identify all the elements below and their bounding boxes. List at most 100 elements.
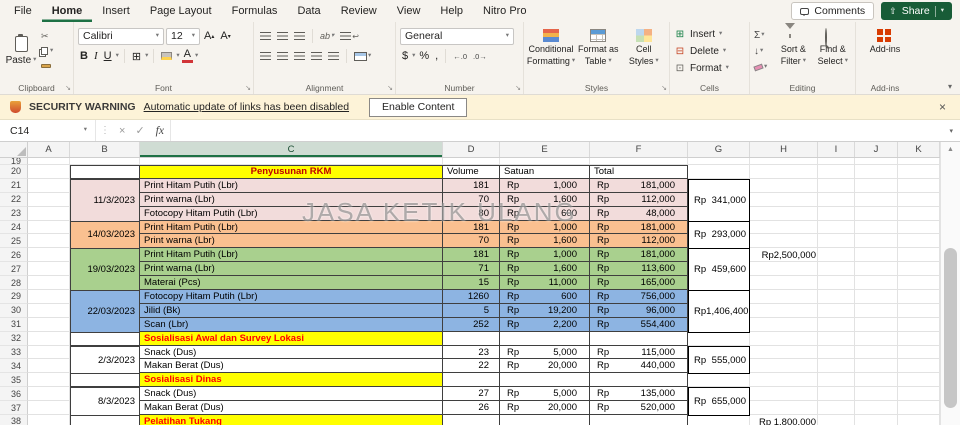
cell-H34[interactable] (750, 359, 818, 374)
column-header-A[interactable]: A (28, 142, 70, 157)
enter-icon[interactable]: ✓ (135, 124, 144, 137)
cell-C38[interactable]: Pelatihan Tukang (140, 415, 443, 425)
cell-D29[interactable]: 1260 (443, 290, 500, 304)
cell-J29[interactable] (855, 290, 898, 304)
cell-E27[interactable]: Rp 1,600 (500, 262, 590, 277)
cell-F22[interactable]: Rp 112,000 (590, 192, 688, 207)
cell-K22[interactable] (898, 192, 940, 207)
cell-C32[interactable]: Sosialisasi Awal dan Survey Lokasi (140, 331, 443, 346)
row-header-27[interactable]: 27 (0, 262, 28, 277)
cell-G38[interactable] (688, 415, 750, 425)
cell-C28[interactable]: Materai (Pcs) (140, 276, 443, 291)
cell-E22[interactable]: Rp 1,600 (500, 192, 590, 207)
font-size-select[interactable]: 12 ▾ (166, 27, 200, 45)
cell-H19[interactable] (750, 158, 818, 165)
cell-J22[interactable] (855, 192, 898, 207)
enable-content-button[interactable]: Enable Content (369, 97, 468, 117)
row-header-20[interactable]: 20 (0, 165, 28, 179)
wrap-text-button[interactable]: ↩ (338, 28, 361, 44)
cell-D37[interactable]: 26 (443, 401, 500, 416)
cell-I22[interactable] (818, 192, 855, 207)
cell-J37[interactable] (855, 401, 898, 416)
cell-D22[interactable]: 70 (443, 192, 500, 207)
cell-I36[interactable] (818, 387, 855, 402)
increase-decimal-button[interactable]: ←.0 (451, 48, 469, 64)
tab-nitro-pro[interactable]: Nitro Pro (473, 0, 536, 22)
cell-C30[interactable]: Jilid (Bk) (140, 303, 443, 318)
tab-view[interactable]: View (387, 0, 431, 22)
cell-K33[interactable] (898, 345, 940, 360)
cell-I29[interactable] (818, 290, 855, 304)
cell-K24[interactable] (898, 220, 940, 235)
cell-B20[interactable] (70, 165, 140, 179)
cancel-icon[interactable]: × (119, 125, 125, 137)
cell-K29[interactable] (898, 290, 940, 304)
merged-total-cell[interactable]: Rp 1,406,400 (688, 290, 750, 333)
row-header-30[interactable]: 30 (0, 303, 28, 318)
cell-E25[interactable]: Rp 1,600 (500, 234, 590, 249)
cell-B32[interactable] (70, 331, 140, 346)
cell-F31[interactable]: Rp 554,400 (590, 317, 688, 332)
column-header-B[interactable]: B (70, 142, 140, 157)
cell-F23[interactable]: Rp 48,000 (590, 206, 688, 221)
cell-D34[interactable]: 22 (443, 359, 500, 374)
row-header-29[interactable]: 29 (0, 290, 28, 304)
percent-style-button[interactable]: % (417, 48, 431, 64)
cell-A24[interactable] (28, 220, 70, 235)
cell-D19[interactable] (443, 158, 500, 165)
cell-F19[interactable] (590, 158, 688, 165)
cell-I33[interactable] (818, 345, 855, 360)
name-box[interactable]: C14 ▾ (0, 120, 96, 141)
cell-A19[interactable] (28, 158, 70, 165)
cell-H33[interactable] (750, 345, 818, 360)
cell-F28[interactable]: Rp 165,000 (590, 276, 688, 291)
column-header-C[interactable]: C (140, 142, 443, 157)
cell-D28[interactable]: 15 (443, 276, 500, 291)
cell-H36[interactable] (750, 387, 818, 402)
cell-C21[interactable]: Print Hitam Putih (Lbr) (140, 178, 443, 193)
copy-button[interactable]: ▾ (41, 45, 53, 57)
addins-button[interactable]: Add-ins (860, 25, 910, 54)
align-bottom-button[interactable] (292, 28, 307, 44)
row-header-36[interactable]: 36 (0, 387, 28, 402)
tab-data[interactable]: Data (287, 0, 330, 22)
cell-C23[interactable]: Fotocopy Hitam Putih (Lbr) (140, 206, 443, 221)
cell-F20[interactable]: Total (590, 165, 688, 179)
align-top-button[interactable] (258, 28, 273, 44)
cell-C26[interactable]: Print Hitam Putih (Lbr) (140, 248, 443, 263)
sort-filter-button[interactable]: Sort & Filter ▾ (775, 23, 811, 80)
cell-I25[interactable] (818, 234, 855, 249)
column-header-H[interactable]: H (750, 142, 818, 157)
row-header-19[interactable]: 19 (0, 158, 28, 165)
row-header-34[interactable]: 34 (0, 359, 28, 374)
merged-total-cell[interactable]: Rp 555,000 (688, 345, 750, 375)
row-header-25[interactable]: 25 (0, 234, 28, 249)
cell-K37[interactable] (898, 401, 940, 416)
cell-I23[interactable] (818, 206, 855, 221)
cell-I26[interactable] (818, 248, 855, 263)
cell-I21[interactable] (818, 178, 855, 193)
cell-I35[interactable] (818, 373, 855, 388)
format-cells-button[interactable]: ⊡ Format ▾ (674, 60, 745, 77)
cell-D33[interactable]: 23 (443, 345, 500, 360)
cell-D27[interactable]: 71 (443, 262, 500, 277)
cell-J36[interactable] (855, 387, 898, 402)
cell-E34[interactable]: Rp 20,000 (500, 359, 590, 374)
cell-C25[interactable]: Print warna (Lbr) (140, 234, 443, 249)
merged-date-cell[interactable]: 8/3/2023 (70, 387, 140, 417)
font-name-select[interactable]: Calibri ▾ (78, 27, 164, 45)
row-header-31[interactable]: 31 (0, 317, 28, 332)
cell-I20[interactable] (818, 165, 855, 179)
cell-A35[interactable] (28, 373, 70, 388)
cell-F33[interactable]: Rp 115,000 (590, 345, 688, 360)
cell-H27[interactable] (750, 262, 818, 277)
merged-total-cell[interactable]: Rp 459,600 (688, 248, 750, 292)
cell-G20[interactable] (688, 165, 750, 179)
tab-home[interactable]: Home (42, 0, 93, 22)
cell-I32[interactable] (818, 331, 855, 346)
cell-F25[interactable]: Rp 112,000 (590, 234, 688, 249)
format-as-table-button[interactable]: Format as Table ▾ (577, 25, 620, 80)
cell-E29[interactable]: Rp 600 (500, 290, 590, 304)
cell-A30[interactable] (28, 303, 70, 318)
cell-C20[interactable]: Penyusunan RKM (140, 165, 443, 179)
